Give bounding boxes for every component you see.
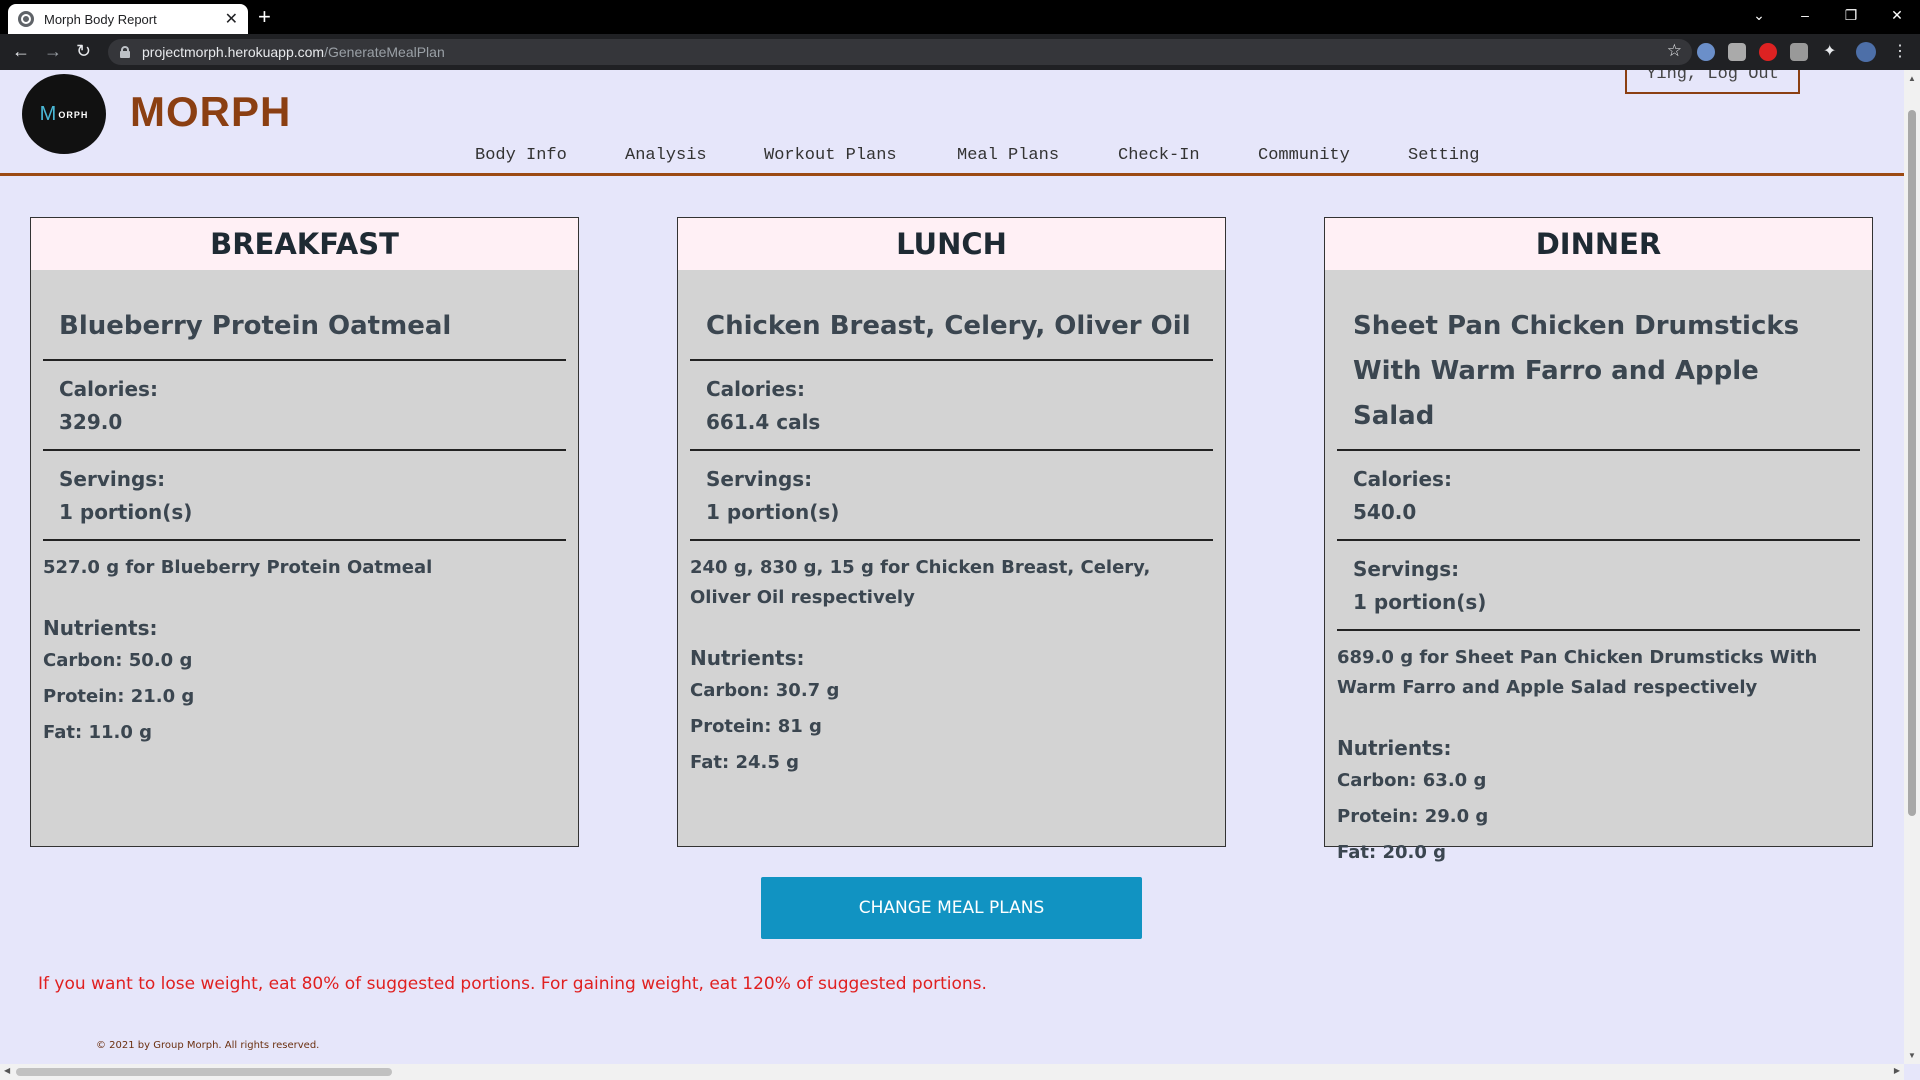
amount-text: 689.0 g for Sheet Pan Chicken Drumsticks…: [1337, 647, 1818, 698]
nav-meal-plans[interactable]: Meal Plans: [957, 146, 1059, 165]
servings-label: Servings:: [59, 467, 166, 491]
reload-icon[interactable]: ↻: [76, 40, 91, 62]
meal-card-dinner: DINNER Sheet Pan Chicken Drumsticks With…: [1324, 217, 1873, 863]
nav-check-in[interactable]: Check-In: [1118, 146, 1200, 165]
servings-label: Servings:: [706, 467, 813, 491]
calories-section: Calories: 661.4 cals: [690, 361, 1213, 451]
url-path: /GenerateMealPlan: [324, 44, 445, 60]
page-content: M ORPH MORPH Ying, Log Out Body Info Ana…: [0, 70, 1904, 1064]
extension-icon-2[interactable]: [1728, 43, 1746, 61]
carbon-value: Carbon: 63.0 g: [1337, 770, 1487, 791]
close-window-button[interactable]: ✕: [1874, 0, 1920, 30]
protein-value: Protein: 29.0 g: [1337, 806, 1489, 827]
logout-button[interactable]: Ying, Log Out: [1625, 70, 1800, 94]
puzzle-icon[interactable]: ✦: [1823, 43, 1841, 61]
servings-value: 1 portion(s): [1353, 590, 1487, 614]
meal-title: DINNER: [1325, 218, 1872, 270]
meal-card-breakfast: BREAKFAST Blueberry Protein Oatmeal Calo…: [30, 217, 579, 847]
meal-title: LUNCH: [678, 218, 1225, 270]
kebab-menu-icon[interactable]: ⋮: [1892, 43, 1910, 61]
calories-section: Calories: 540.0: [1337, 451, 1860, 541]
dish-name: Blueberry Protein Oatmeal: [43, 270, 566, 361]
nutrients-label: Nutrients:: [690, 646, 805, 670]
tab-title: Morph Body Report: [44, 11, 157, 27]
vertical-scroll-thumb[interactable]: [1908, 110, 1916, 816]
scroll-left-arrow-icon[interactable]: ◀: [4, 1066, 10, 1075]
morph-logo[interactable]: M ORPH: [22, 74, 106, 154]
scroll-up-arrow-icon[interactable]: ▲: [1908, 74, 1916, 83]
amount-text: 240 g, 830 g, 15 g for Chicken Breast, C…: [690, 557, 1151, 608]
horizontal-scrollbar[interactable]: ◀ ▶: [0, 1064, 1904, 1080]
back-icon[interactable]: ←: [12, 40, 30, 62]
nav-community[interactable]: Community: [1258, 146, 1350, 165]
browser-tabbar: Morph Body Report ✕ + ⌄ – ❐ ✕: [0, 0, 1920, 34]
nutrients-label: Nutrients:: [1337, 736, 1452, 760]
calories-value: 661.4 cals: [706, 410, 821, 434]
servings-section: Servings: 1 portion(s): [1337, 541, 1860, 631]
extension-icon-3[interactable]: [1759, 43, 1777, 61]
browser-toolbar: ← → ↻ projectmorph.herokuapp.com /Genera…: [0, 34, 1920, 70]
carbon-value: Carbon: 50.0 g: [43, 650, 193, 671]
portion-tip: If you want to lose weight, eat 80% of s…: [38, 974, 987, 994]
meal-title: BREAKFAST: [31, 218, 578, 270]
protein-value: Protein: 81 g: [690, 716, 822, 737]
minimize-button[interactable]: –: [1782, 0, 1828, 30]
carbon-value: Carbon: 30.7 g: [690, 680, 840, 701]
scroll-right-arrow-icon[interactable]: ▶: [1894, 1066, 1900, 1075]
nav-body-info[interactable]: Body Info: [475, 146, 567, 165]
nutrients-label: Nutrients:: [43, 616, 158, 640]
calories-label: Calories:: [706, 377, 805, 401]
scroll-down-arrow-icon[interactable]: ▼: [1908, 1051, 1916, 1060]
tab-search-icon[interactable]: ⌄: [1736, 0, 1782, 30]
calories-value: 329.0: [59, 410, 123, 434]
servings-section: Servings: 1 portion(s): [690, 451, 1213, 541]
close-tab-icon[interactable]: ✕: [225, 9, 238, 29]
change-meal-plans-button[interactable]: CHANGE MEAL PLANS: [761, 877, 1142, 939]
meal-card-lunch: LUNCH Chicken Breast, Celery, Oliver Oil…: [677, 217, 1226, 847]
servings-section: Servings: 1 portion(s): [43, 451, 566, 541]
nav-workout-plans[interactable]: Workout Plans: [764, 146, 897, 165]
extension-icon-1[interactable]: [1697, 43, 1715, 61]
fat-value: Fat: 20.0 g: [1337, 842, 1447, 863]
servings-value: 1 portion(s): [59, 500, 193, 524]
address-bar[interactable]: projectmorph.herokuapp.com /GenerateMeal…: [108, 39, 1692, 65]
bookmark-star-icon[interactable]: ☆: [1667, 41, 1682, 61]
url-host: projectmorph.herokuapp.com: [142, 44, 325, 60]
calories-label: Calories:: [59, 377, 158, 401]
brand-title: MORPH: [130, 88, 292, 135]
new-tab-button[interactable]: +: [258, 4, 271, 30]
dish-name: Chicken Breast, Celery, Oliver Oil: [690, 270, 1213, 361]
site-header: M ORPH MORPH Ying, Log Out Body Info Ana…: [0, 70, 1904, 176]
browser-tab[interactable]: Morph Body Report ✕: [8, 4, 248, 34]
servings-value: 1 portion(s): [706, 500, 840, 524]
dish-name: Sheet Pan Chicken Drumsticks With Warm F…: [1337, 270, 1860, 451]
lock-icon: [120, 46, 130, 58]
calories-value: 540.0: [1353, 500, 1417, 524]
fat-value: Fat: 24.5 g: [690, 752, 800, 773]
fat-value: Fat: 11.0 g: [43, 722, 153, 743]
extension-icon-4[interactable]: [1790, 43, 1808, 61]
forward-icon[interactable]: →: [44, 40, 62, 62]
logo-text: ORPH: [58, 110, 89, 120]
amount-text: 527.0 g for Blueberry Protein Oatmeal: [43, 557, 433, 578]
protein-value: Protein: 21.0 g: [43, 686, 195, 707]
logo-letter: M: [39, 102, 57, 125]
horizontal-scroll-thumb[interactable]: [16, 1068, 392, 1076]
nav-analysis[interactable]: Analysis: [625, 146, 707, 165]
calories-label: Calories:: [1353, 467, 1452, 491]
profile-avatar[interactable]: [1856, 42, 1876, 62]
restore-button[interactable]: ❐: [1828, 0, 1874, 30]
servings-label: Servings:: [1353, 557, 1460, 581]
nav-setting[interactable]: Setting: [1408, 146, 1479, 165]
globe-icon: [18, 11, 34, 27]
vertical-scrollbar[interactable]: ▲ ▼: [1904, 70, 1920, 1064]
calories-section: Calories: 329.0: [43, 361, 566, 451]
footer-copyright: © 2021 by Group Morph. All rights reserv…: [96, 1040, 320, 1051]
